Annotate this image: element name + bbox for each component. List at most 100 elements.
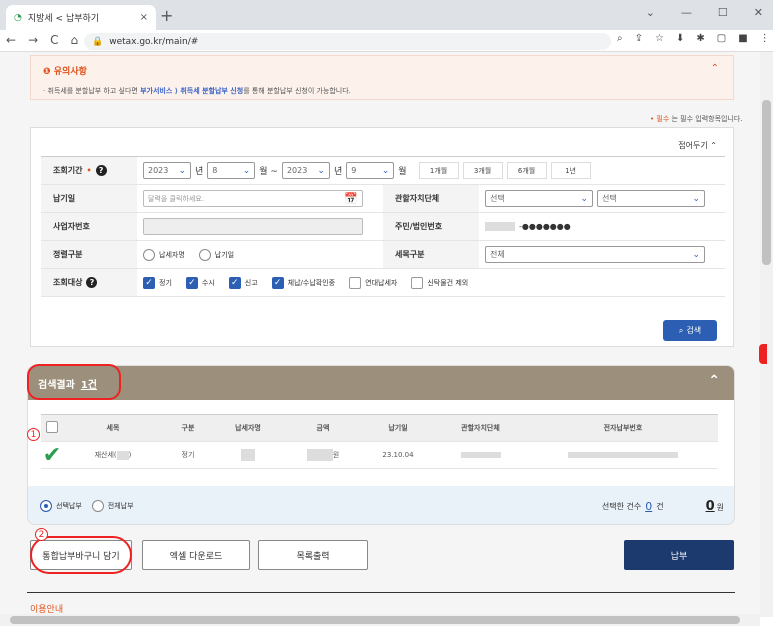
site-favicon-icon: ◔ [14,12,22,23]
lock-icon: 🔒 [92,36,104,47]
menu-icon[interactable]: ⋮ [760,33,770,44]
chevron-down-icon: ⌄ [242,165,251,176]
target-regular-checkbox[interactable]: ✓ 정기 [143,276,172,289]
start-month-select[interactable]: 8 ⌄ [207,162,256,179]
table-header: 세목 구분 납세자명 금액 납기일 관할자치단체 전자납부번호 [41,415,718,442]
sort-label: 정렬구분 [41,241,137,268]
extension-icon[interactable]: ✱ [696,33,704,44]
window-close-button[interactable]: ✕ [754,6,763,19]
annotation-mark-1: 1 [27,428,40,441]
bizno-input[interactable] [143,218,363,235]
sidepanel-icon[interactable]: ▢ [717,33,726,44]
reload-button[interactable]: C [50,33,58,47]
due-office-row: 납기일 달력을 클릭하세요. 📅 관할자치단체 선택 ⌄ 선택 ⌄ [41,185,725,213]
quick-3m-button[interactable]: 3개월 [462,162,503,179]
browser-toolbar-icons: ⌕ ⇪ ☆ ⬇ ✱ ▢ ■ ⋮ [617,33,770,44]
results-header[interactable]: 검색결과 1건 ⌃ [28,366,734,400]
fold-button[interactable]: 접어두기 ⌃ [678,140,717,151]
chevron-down-icon: ⌄ [381,165,390,176]
browser-tab[interactable]: ◔ 지방세 < 납부하기 × [6,5,156,30]
tax-type-select[interactable]: 전체 ⌄ [485,246,705,263]
search-button[interactable]: ⌕ 검색 [663,320,717,341]
print-list-button[interactable]: 목록출력 [258,540,368,570]
target-trust-checkbox[interactable]: 신탁물건 제외 [411,276,468,289]
payment-summary-bar: 선택납부 전체납부 선택한 건수 0 건 0원 [28,486,734,524]
chevron-up-icon[interactable]: ⌃ [708,373,720,389]
tax-type-label: 세목구분 [383,241,479,268]
chevron-up-icon: ⌃ [710,141,717,150]
rrn-label: 주민/법인번호 [383,213,479,240]
search-form: 접어두기 ⌃ 조회기간 •? 2023 ⌄ 년 8 ⌄ 월 ~ 2023 ⌄ 년 9 ⌄ … [30,127,734,347]
divider [27,592,735,593]
search-icon[interactable]: ⌕ [617,33,623,44]
pay-selected-radio[interactable]: 선택납부 [40,500,82,512]
start-year-select[interactable]: 2023 ⌄ [143,162,191,179]
row-checkmark-icon[interactable]: ✔ [43,443,61,468]
target-report-checkbox[interactable]: ✓ 신고 [228,276,258,289]
end-month-select[interactable]: 9 ⌄ [346,162,395,179]
profile-icon[interactable]: ■ [738,33,747,44]
horizontal-scroll-thumb[interactable] [10,616,740,624]
chevron-up-icon[interactable]: ⌃ [711,63,719,74]
excel-download-button[interactable]: 엑셀 다운로드 [142,540,250,570]
chevron-down-icon[interactable]: ⌄ [646,6,655,19]
office-select-2[interactable]: 선택 ⌄ [597,190,705,207]
maximize-button[interactable]: ☐ [718,6,728,19]
forward-button[interactable]: → [28,33,38,47]
star-icon[interactable]: ☆ [655,33,664,44]
notice-text: · 취득세를 분할납부 하고 싶다면 부가서비스 ⟩ 취득세 분할납부 신청를 … [43,87,351,95]
sort-name-radio[interactable]: 납세자명 [143,248,185,261]
quick-1y-button[interactable]: 1년 [550,162,591,179]
target-joint-checkbox[interactable]: 연대납세자 [349,276,397,289]
annotation-circle-2 [30,536,132,574]
url-text: wetax.go.kr/main/# [109,36,199,47]
rrn-value: -●●●●●●● [519,222,571,231]
installment-link[interactable]: 부가서비스 ⟩ 취득세 분할납부 신청 [140,87,243,95]
pay-button[interactable]: 납부 [624,540,734,570]
new-tab-button[interactable]: + [160,6,173,25]
pay-all-radio[interactable]: 전체납부 [91,500,134,512]
download-icon[interactable]: ⬇ [676,33,684,44]
notice-box: ❶ 유의사항 · 취득세를 분할납부 하고 싶다면 부가서비스 ⟩ 취득세 분할… [30,55,734,100]
period-row: 조회기간 •? 2023 ⌄ 년 8 ⌄ 월 ~ 2023 ⌄ 년 9 ⌄ 월 1개월 3… [41,157,725,185]
home-button[interactable]: ⌂ [71,33,79,47]
sort-due-radio[interactable]: 납기일 [198,248,234,261]
tab-title: 지방세 < 납부하기 [27,14,100,24]
notice-title: ❶ 유의사항 [43,67,87,77]
bizno-rrn-row: 사업자번호 주민/법인번호 -●●●●●●● [41,213,725,241]
quick-1m-button[interactable]: 1개월 [418,162,459,179]
side-tab[interactable] [759,344,767,364]
selected-summary: 선택한 건수 0 건 0원 [601,498,724,514]
results-table: 세목 구분 납세자명 금액 납기일 관할자치단체 전자납부번호 ✔ 재산세() … [41,414,718,469]
annotation-circle-1 [27,364,121,400]
annotation-mark-2: 2 [35,528,48,541]
tab-close-icon[interactable]: × [140,12,148,23]
back-button[interactable]: ← [6,33,16,47]
chevron-down-icon: ⌄ [692,249,700,260]
vertical-scroll-thumb[interactable] [762,100,771,265]
due-date-input[interactable]: 달력을 클릭하세요. 📅 [143,190,363,207]
window-controls: ⌄ — ☐ ✕ [646,6,763,19]
target-arrears-checkbox[interactable]: ✓ 체납/수납확인중 [271,276,335,289]
target-label: 조회대상? [41,269,137,296]
due-label: 납기일 [41,185,137,212]
help-icon[interactable]: ? [95,165,107,176]
share-icon[interactable]: ⇪ [635,33,643,44]
select-all-checkbox[interactable] [46,421,58,433]
search-icon: ⌕ [678,325,684,335]
calendar-icon: 📅 [344,192,358,205]
chevron-down-icon: ⌄ [580,193,588,204]
period-label: 조회기간 •? [41,157,137,184]
minimize-button[interactable]: — [681,6,692,19]
chevron-down-icon: ⌄ [178,165,186,176]
url-bar[interactable]: 🔒 wetax.go.kr/main/# [84,33,611,50]
results-panel: 검색결과 1건 ⌃ 세목 구분 납세자명 금액 납기일 관할자치단체 전자납부번… [27,365,735,525]
office-select-1[interactable]: 선택 ⌄ [485,190,593,207]
help-icon[interactable]: ? [86,277,98,288]
table-row[interactable]: ✔ 재산세() 정기 원 23.10.04 [41,442,718,469]
sort-tax-row: 정렬구분 납세자명 납기일 세목구분 전체 ⌄ [41,241,725,269]
target-adhoc-checkbox[interactable]: ✓ 수시 [185,276,215,289]
quick-6m-button[interactable]: 6개월 [506,162,547,179]
nav-buttons: ← → C ⌂ [6,33,78,47]
end-year-select[interactable]: 2023 ⌄ [281,162,330,179]
